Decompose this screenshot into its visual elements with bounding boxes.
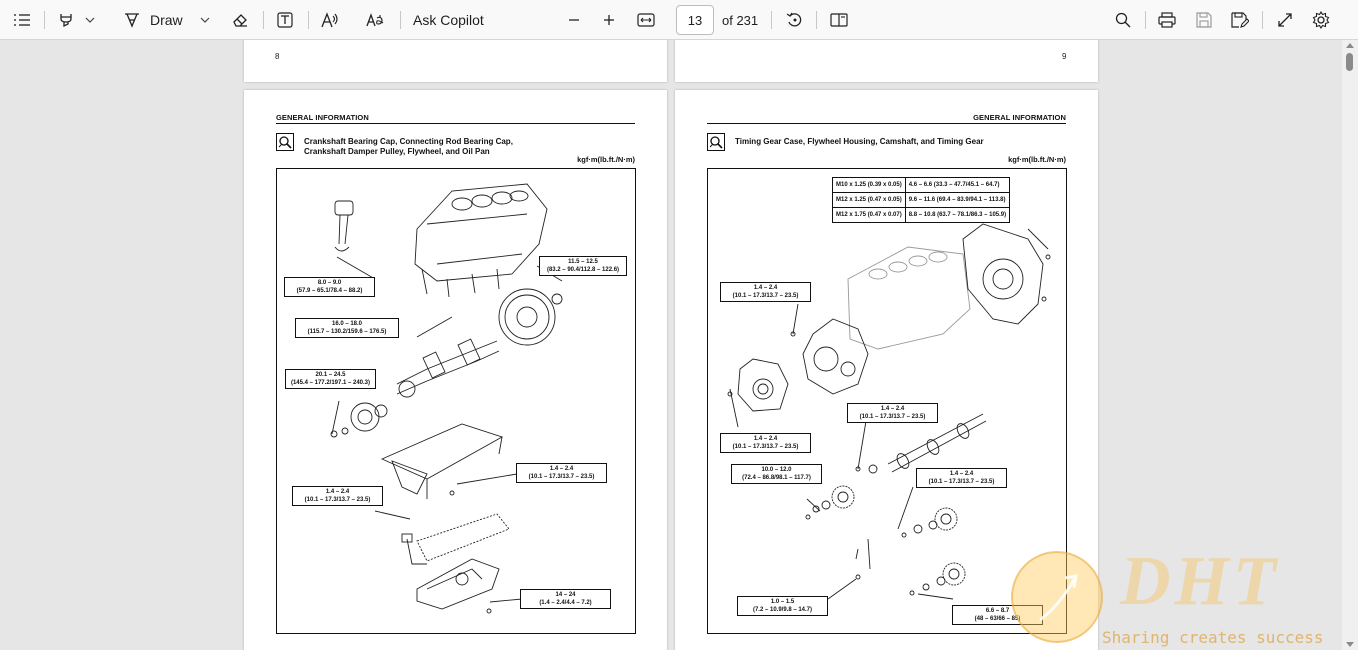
table-row: M12 x 1.75 (0.47 x 0.07) 8.8 – 10.8 (63.7… [832,207,1011,223]
zoom-out-button[interactable] [563,0,585,40]
torque-label: 1.0 – 1.5 (7.2 – 10.9/9.8 – 14.7) [737,596,828,616]
save-as-icon [1231,12,1249,28]
expand-icon [1278,13,1292,27]
translate-button[interactable] [363,0,389,40]
torque-label: 20.1 – 24.5 (145.4 – 177.2/197.1 – 240.3) [285,369,376,389]
torque-label: 16.0 – 18.0 (115.7 – 130.2/159.6 – 176.5) [295,318,399,338]
list-icon [14,14,30,26]
unit-label: kgf·m(lb.ft./N·m) [577,155,635,164]
two-page-view-icon [830,13,848,27]
watermark-brand: DHT [1120,543,1280,620]
contents-button[interactable] [10,0,34,40]
highlighter-icon [60,14,72,28]
torque-label: 8.0 – 9.0 (57.9 – 65.1/78.4 – 88.2) [284,277,375,297]
erase-button[interactable] [228,0,252,40]
chevron-down-icon [200,17,210,23]
torque-label: 14 – 24 (1.4 – 2.4/4.4 – 7.2) [520,589,611,609]
vertical-scrollbar[interactable] [1342,40,1358,650]
torque-label: 1.4 – 2.4 (10.1 – 17.3/13.7 – 23.5) [916,468,1007,488]
section-header: GENERAL INFORMATION [973,113,1066,122]
document-viewer: 8 9 GENERAL INFORMATION Crankshaft Beari… [0,40,1358,650]
highlight-button[interactable] [54,0,78,40]
translate-icon [366,13,384,27]
unit-label: kgf·m(lb.ft./N·m) [1008,155,1066,164]
fit-width-icon [637,13,655,27]
search-icon [1115,12,1131,28]
section-header: GENERAL INFORMATION [276,113,369,122]
page-9: 9 [675,40,1098,82]
ask-copilot-button[interactable]: Ask Copilot [413,0,493,40]
title-line-1: Crankshaft Bearing Cap, Connecting Rod B… [304,137,513,146]
plus-icon [604,15,614,25]
page-number: 9 [1062,52,1067,61]
save-icon [1196,12,1212,28]
page-left: GENERAL INFORMATION Crankshaft Bearing C… [244,90,667,650]
full-screen-button[interactable] [1273,0,1297,40]
inspect-icon [707,133,725,151]
gear-icon [1312,11,1330,29]
pdf-toolbar: Draw Ask Copilot of 231 [0,0,1358,40]
draw-label[interactable]: Draw [150,0,190,40]
page-total: of 231 [722,12,759,28]
torque-label: 1.4 – 2.4 (10.1 – 17.3/13.7 – 23.5) [516,463,607,483]
page-8: 8 [244,40,667,82]
title-line-2: Crankshaft Damper Pulley, Flywheel, and … [304,147,490,156]
text-box-icon [277,12,293,28]
print-button[interactable] [1155,0,1179,40]
table-row: M12 x 1.25 (0.47 x 0.05) 9.6 – 11.6 (69.4… [832,192,1011,208]
draw-options-dropdown[interactable] [197,0,213,40]
print-icon [1158,12,1176,28]
search-button[interactable] [1111,0,1135,40]
torque-label: 11.5 – 12.5 (83.2 – 90.4/112.8 – 122.6) [539,256,627,276]
read-aloud-icon [321,12,338,28]
page-view-button[interactable] [827,0,851,40]
settings-button[interactable] [1309,0,1333,40]
torque-label: 1.4 – 2.4 (10.1 – 17.3/13.7 – 23.5) [720,282,811,302]
rotate-button[interactable] [783,0,807,40]
save-button[interactable] [1192,0,1216,40]
torque-label: 1.4 – 2.4 (10.1 – 17.3/13.7 – 23.5) [720,433,811,453]
fit-to-width-button[interactable] [634,0,658,40]
watermark-logo [1011,551,1103,643]
scrollbar-thumb[interactable] [1346,53,1353,71]
engine-block-diagram [330,183,563,614]
torque-label: 1.4 – 2.4 (10.1 – 17.3/13.7 – 23.5) [847,403,938,423]
highlight-options-dropdown[interactable] [82,0,98,40]
torque-label: 10.0 – 12.0 (72.4 – 86.8/98.1 – 117.7) [731,464,822,484]
read-aloud-button[interactable] [318,0,342,40]
eraser-icon [233,14,247,27]
watermark-tagline: Sharing creates success [1102,628,1324,647]
page-number-input[interactable] [676,5,714,35]
table-row: M10 x 1.25 (0.39 x 0.05) 4.6 – 6.6 (33.3 … [832,177,1011,193]
inspect-icon [276,133,294,151]
header-rule [707,123,1066,124]
section-title: Crankshaft Bearing Cap, Connecting Rod B… [304,137,513,157]
add-text-button[interactable] [273,0,297,40]
zoom-in-button[interactable] [598,0,620,40]
rotate-icon [786,12,802,27]
section-title: Timing Gear Case, Flywheel Housing, Cams… [735,137,984,146]
minus-icon [569,19,579,21]
draw-icon-button[interactable] [120,0,144,40]
header-rule [276,123,635,124]
chevron-down-icon [85,17,95,23]
page-number: 8 [275,52,280,61]
scroll-down-arrow[interactable] [1346,642,1354,647]
scroll-up-arrow[interactable] [1346,43,1354,48]
save-as-button[interactable] [1228,0,1252,40]
pen-icon [125,13,139,28]
bolt-torque-table: M10 x 1.25 (0.39 x 0.05) 4.6 – 6.6 (33.3 … [832,177,1011,223]
torque-label: 1.4 – 2.4 (10.1 – 17.3/13.7 – 23.5) [292,486,383,506]
exploded-diagram-frame: 8.0 – 9.0 (57.9 – 65.1/78.4 – 88.2) 16.0 … [276,168,636,634]
